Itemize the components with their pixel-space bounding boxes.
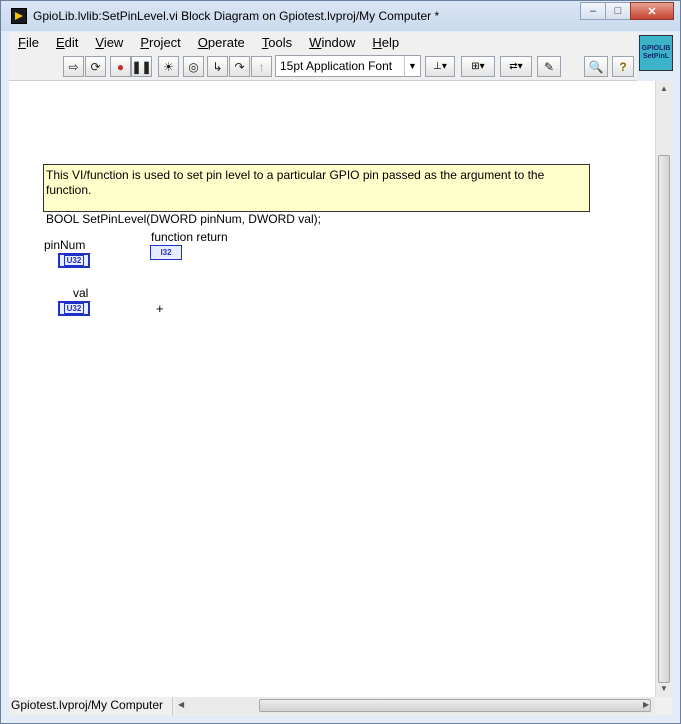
reorder-icon[interactable]: ⇄▾	[500, 56, 532, 77]
scroll-left-icon[interactable]: ◀	[178, 700, 184, 709]
scroll-right-icon[interactable]: ▶	[643, 700, 649, 709]
toolbar: ⇨ ⟳ ● ❚❚ ☀ ◎ ↳ ↷ ↑ 15pt Application Font…	[9, 52, 637, 81]
comment-line-2: BOOL SetPinLevel(DWORD pinNum, DWORD val…	[46, 212, 321, 226]
status-row: Gpiotest.lvproj/My Computer ◀ ▶	[9, 697, 672, 715]
close-button[interactable]: ✕	[630, 2, 674, 20]
menu-project[interactable]: Project	[131, 35, 188, 50]
menu-window[interactable]: Window	[300, 35, 363, 50]
scroll-up-icon[interactable]: ▲	[660, 84, 668, 93]
abort-icon[interactable]: ●	[110, 56, 131, 77]
vertical-scroll-thumb[interactable]	[658, 155, 670, 683]
align-objects-icon[interactable]: ⊥▾	[425, 56, 455, 77]
project-context: Gpiotest.lvproj/My Computer	[11, 697, 173, 715]
step-into-icon[interactable]: ↳	[207, 56, 228, 77]
function-return-label: function return	[151, 230, 228, 244]
val-terminal[interactable]: U32	[58, 301, 90, 316]
search-icon[interactable]: 🔍	[584, 56, 608, 77]
crosshair-cursor-icon: +	[156, 301, 164, 316]
vi-icon-line1: GPIOLIB	[641, 45, 671, 52]
comment-line-1: This VI/function is used to set pin leve…	[46, 168, 545, 197]
chevron-down-icon: ▼	[404, 56, 420, 76]
pinNum-type: U32	[63, 255, 85, 266]
menu-help[interactable]: Help	[363, 35, 407, 50]
menu-view[interactable]: View	[86, 35, 131, 50]
title-bar[interactable]: GpioLib.lvlib:SetPinLevel.vi Block Diagr…	[1, 1, 680, 31]
val-type: U32	[63, 303, 85, 314]
pinNum-label: pinNum	[44, 238, 86, 252]
menu-edit[interactable]: Edit	[47, 35, 86, 50]
block-diagram-canvas[interactable]: This VI/function is used to set pin leve…	[9, 81, 655, 697]
scroll-down-icon[interactable]: ▼	[660, 684, 668, 693]
run-arrow-icon[interactable]: ⇨	[63, 56, 84, 77]
comment-text-box[interactable]: This VI/function is used to set pin leve…	[43, 164, 590, 226]
help-icon[interactable]: ?	[612, 56, 634, 77]
menu-file[interactable]: File	[9, 35, 47, 50]
distribute-objects-icon[interactable]: ⊞▾	[461, 56, 495, 77]
labview-icon	[11, 8, 27, 24]
run-continuously-icon[interactable]: ⟳	[85, 56, 106, 77]
horizontal-scrollbar[interactable]: ◀ ▶	[175, 697, 655, 714]
highlight-execution-icon[interactable]: ☀	[158, 56, 179, 77]
block-diagram-window: GpioLib.lvlib:SetPinLevel.vi Block Diagr…	[0, 0, 681, 724]
window-title: GpioLib.lvlib:SetPinLevel.vi Block Diagr…	[33, 9, 440, 23]
pinNum-terminal[interactable]: U32	[58, 253, 90, 268]
step-out-icon[interactable]: ↑	[251, 56, 272, 77]
menu-operate[interactable]: Operate	[189, 35, 253, 50]
step-over-icon[interactable]: ↷	[229, 56, 250, 77]
font-select[interactable]: 15pt Application Font ▼	[275, 55, 421, 77]
function-return-type: I32	[160, 248, 172, 257]
horizontal-scroll-thumb[interactable]	[259, 699, 651, 712]
pause-icon[interactable]: ❚❚	[131, 56, 152, 77]
val-label: val	[73, 286, 89, 300]
maximize-button[interactable]: □	[605, 2, 631, 20]
vi-icon[interactable]: GPIOLIB SetPinL	[639, 35, 673, 71]
function-return-terminal[interactable]: I32	[150, 245, 182, 260]
menu-bar: File Edit View Project Operate Tools Win…	[9, 32, 637, 52]
menu-tools[interactable]: Tools	[253, 35, 300, 50]
retain-wire-values-icon[interactable]: ◎	[183, 56, 204, 77]
clean-up-diagram-icon[interactable]: ✎	[537, 56, 561, 77]
font-select-value: 15pt Application Font	[280, 59, 393, 73]
vertical-scrollbar[interactable]: ▲ ▼	[655, 81, 672, 697]
minimize-button[interactable]: –	[580, 2, 606, 20]
vi-icon-line2: SetPinL	[642, 53, 670, 60]
